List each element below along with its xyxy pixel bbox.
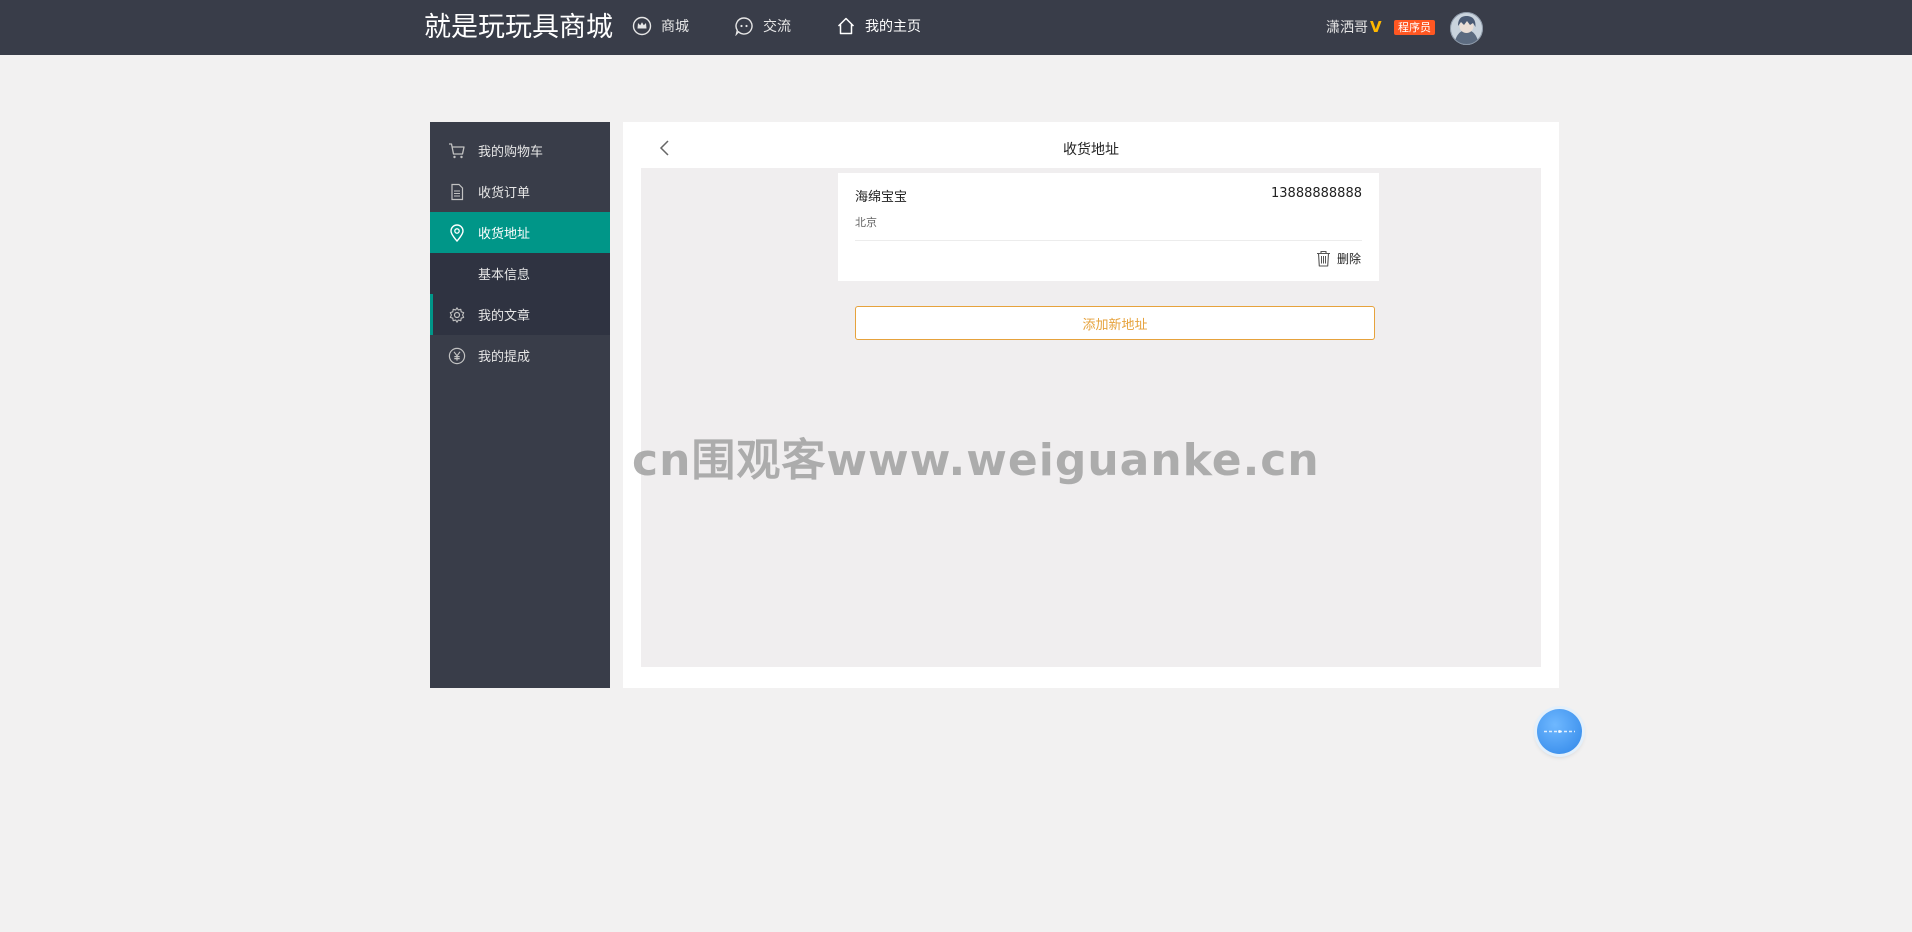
sidebar-item-label: 我的文章 <box>478 309 531 324</box>
nav-label: 我的主页 <box>865 19 921 35</box>
sidebar-item-cart[interactable]: 我的购物车 <box>430 130 610 171</box>
dash-line-icon <box>1544 730 1575 733</box>
gear-icon <box>449 307 465 323</box>
sidebar-item-label: 收货地址 <box>478 227 531 242</box>
cart-icon <box>449 143 465 159</box>
sidebar-item-articles[interactable]: 我的文章 <box>430 294 610 335</box>
nav-item-chat[interactable]: 交流 <box>734 14 791 38</box>
address-list-area: 海绵宝宝 13888888888 北京 删除 添加新地址 <box>641 168 1541 667</box>
nav-label: 商城 <box>661 19 689 35</box>
nav-label: 交流 <box>763 19 791 35</box>
sidebar-item-address[interactable]: 收货地址 <box>430 212 610 253</box>
yen-icon <box>448 347 466 365</box>
sidebar-item-label: 收货订单 <box>478 186 531 201</box>
crown-icon <box>632 16 652 36</box>
site-logo[interactable]: 就是玩玩具商城 <box>424 12 613 44</box>
divider <box>855 240 1362 241</box>
location-icon <box>450 224 464 242</box>
username[interactable]: 潇洒哥 <box>1326 17 1368 37</box>
sidebar-item-label: 我的购物车 <box>478 145 544 160</box>
top-navbar: 就是玩玩具商城 商城 交流 我的主页 潇洒哥 V 程序员 <box>0 0 1912 55</box>
user-info[interactable]: 潇洒哥 V <box>1326 12 1382 42</box>
vip-icon: V <box>1370 18 1382 36</box>
address-detail: 北京 <box>855 216 877 229</box>
nav-item-mall[interactable]: 商城 <box>632 14 689 38</box>
recipient-phone: 13888888888 <box>1271 186 1362 201</box>
sidebar: 我的购物车 收货订单 收货地址 基本信息 我的文章 我的提成 <box>430 122 610 688</box>
sidebar-item-commission[interactable]: 我的提成 <box>430 335 610 376</box>
sidebar-item-basic-info[interactable]: 基本信息 <box>430 253 610 294</box>
address-panel: 收货地址 海绵宝宝 13888888888 北京 删除 添加新地址 <box>623 122 1559 688</box>
delete-button[interactable]: 删除 <box>1316 250 1361 267</box>
document-icon <box>451 183 464 201</box>
address-card[interactable]: 海绵宝宝 13888888888 北京 删除 <box>838 173 1379 281</box>
delete-label: 删除 <box>1336 252 1361 266</box>
avatar[interactable] <box>1450 12 1483 45</box>
page-title: 收货地址 <box>1063 142 1119 158</box>
chat-icon <box>735 17 753 36</box>
sidebar-item-label: 基本信息 <box>478 268 531 283</box>
nav-item-home[interactable]: 我的主页 <box>836 14 921 38</box>
add-address-button[interactable]: 添加新地址 <box>855 306 1375 340</box>
sidebar-item-label: 我的提成 <box>478 350 531 365</box>
home-icon <box>837 17 855 35</box>
watermark: cn围观客www.weiguanke.cn <box>632 435 1320 486</box>
sidebar-item-orders[interactable]: 收货订单 <box>430 171 610 212</box>
role-badge: 程序员 <box>1394 20 1435 35</box>
recipient-name: 海绵宝宝 <box>855 190 908 205</box>
floating-action-button[interactable] <box>1537 709 1582 754</box>
trash-icon <box>1316 250 1330 267</box>
